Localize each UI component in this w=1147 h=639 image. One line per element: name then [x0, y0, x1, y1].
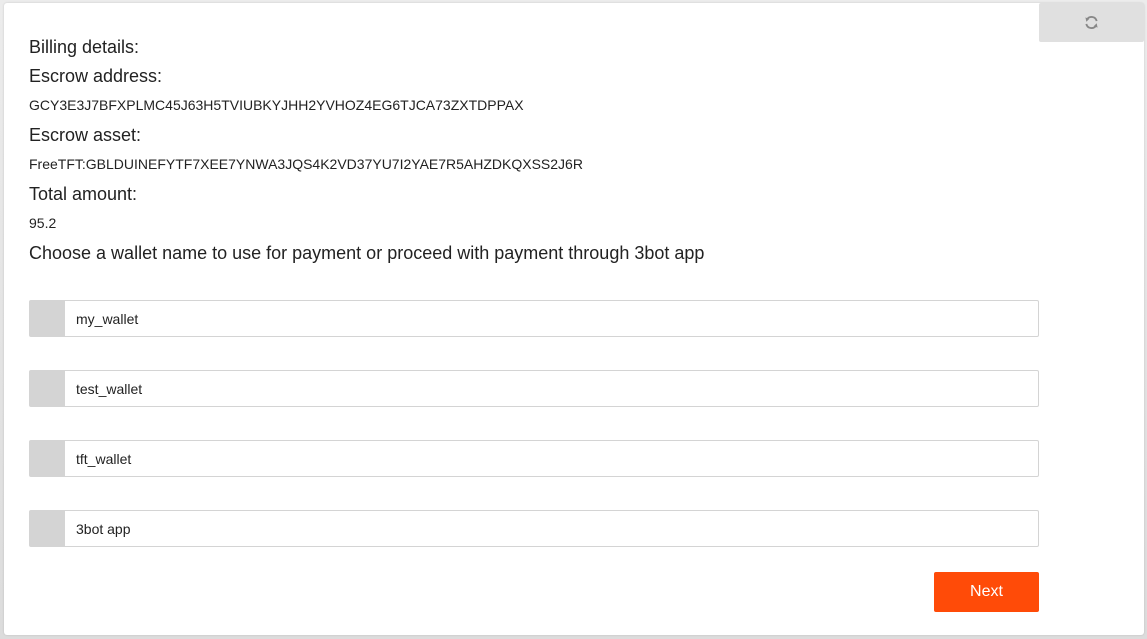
- wallet-option-tft-wallet[interactable]: tft_wallet: [29, 440, 1039, 477]
- refresh-icon: [1084, 15, 1099, 30]
- refresh-button[interactable]: [1039, 3, 1144, 42]
- radio-box[interactable]: [30, 511, 65, 546]
- escrow-asset-value: FreeTFT:GBLDUINEFYTF7XEE7YNWA3JQS4K2VD37…: [29, 156, 583, 172]
- wallet-option-label: my_wallet: [76, 310, 139, 327]
- wallet-option-label: tft_wallet: [76, 450, 132, 467]
- next-button[interactable]: Next: [934, 572, 1039, 612]
- radio-box[interactable]: [30, 301, 65, 336]
- escrow-asset-label: Escrow asset:: [29, 125, 142, 145]
- wallet-option-label: test_wallet: [76, 380, 143, 397]
- radio-box[interactable]: [30, 371, 65, 406]
- total-amount-value: 95.2: [29, 215, 57, 231]
- billing-heading: Billing details:: [29, 37, 140, 57]
- wallet-option-3bot-app[interactable]: 3bot app: [29, 510, 1039, 547]
- total-amount-label: Total amount:: [29, 184, 138, 204]
- escrow-address-value: GCY3E3J7BFXPLMC45J63H5TVIUBKYJHH2YVHOZ4E…: [29, 97, 524, 113]
- billing-dialog: Billing details: Escrow address: GCY3E3J…: [4, 3, 1144, 635]
- escrow-address-label: Escrow address:: [29, 66, 163, 86]
- radio-box[interactable]: [30, 441, 65, 476]
- wallet-prompt: Choose a wallet name to use for payment …: [29, 243, 705, 263]
- wallet-option-my-wallet[interactable]: my_wallet: [29, 300, 1039, 337]
- wallet-option-label: 3bot app: [76, 520, 131, 537]
- wallet-option-test-wallet[interactable]: test_wallet: [29, 370, 1039, 407]
